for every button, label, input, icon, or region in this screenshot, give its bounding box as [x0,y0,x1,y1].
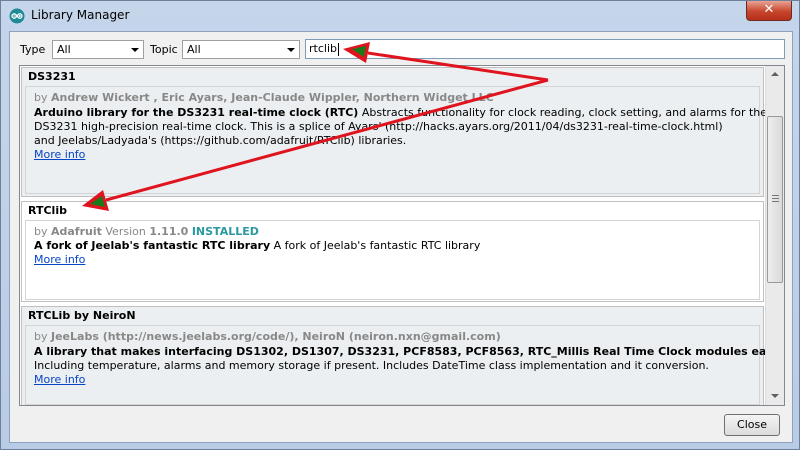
window-title: Library Manager [31,8,130,22]
scrollbar-thumb[interactable] [767,116,783,283]
installed-badge: INSTALLED [191,225,259,238]
arduino-logo-icon [9,8,25,24]
by-text: by [34,330,48,343]
title-bar: Library Manager ✕ [1,1,799,31]
library-name: RTCLib by NeiroN [28,309,136,322]
library-authors-line: by Andrew Wickert , Eric Ayars, Jean-Cla… [34,91,494,104]
version-label: Version [105,225,146,238]
library-authors-line: by JeeLabs (http://news.jeelabs.org/code… [34,330,501,343]
library-authors-line: by Adafruit Version 1.11.0 INSTALLED [34,225,259,238]
list-item[interactable]: RTCLib by NeiroN by JeeLabs (http://news… [21,306,783,405]
library-version: 1.11.0 [149,225,189,238]
library-name: DS3231 [28,70,76,83]
library-authors: JeeLabs (http://news.jeelabs.org/code/),… [51,330,501,343]
topic-label: Topic [150,43,178,56]
library-details: by Adafruit Version 1.11.0 INSTALLED A f… [25,220,760,300]
search-input-value: rtclib [309,42,337,55]
library-details: by Andrew Wickert , Eric Ayars, Jean-Cla… [25,86,767,194]
topic-select-value: All [187,43,201,56]
text-cursor [337,42,339,56]
library-sentence: A fork of Jeelab's fantastic RTC library [34,239,271,252]
library-details: by JeeLabs (http://news.jeelabs.org/code… [25,325,783,405]
library-paragraph: A fork of Jeelab's fantastic RTC library [273,239,481,252]
type-select[interactable]: All [52,40,144,59]
grip-line [772,198,779,199]
chevron-down-icon [771,394,779,398]
more-info-link[interactable]: More info [34,253,85,266]
dialog-body: Type All Topic All rtclib DS3231 by Andr… [9,31,793,443]
library-manager-window: Library Manager ✕ Type All Topic All rtc… [0,0,800,450]
more-info-link[interactable]: More info [34,373,85,386]
library-paragraph-line: DS3231 high-precision real-time clock. T… [34,120,723,133]
scroll-up-button[interactable] [767,67,783,83]
list-item[interactable]: RTClib by Adafruit Version 1.11.0 INSTAL… [21,201,764,302]
grip-line [772,201,779,202]
library-list[interactable]: DS3231 by Andrew Wickert , Eric Ayars, J… [19,65,785,406]
library-authors: Andrew Wickert , Eric Ayars, Jean-Claude… [51,91,494,104]
library-paragraph-line: and Jeelabs/Ladyada's (https://github.co… [34,134,407,147]
library-paragraph-line: Including temperature, alarms and memory… [34,359,709,372]
library-authors: Adafruit [51,225,102,238]
library-description-line: Arduino library for the DS3231 real-time… [34,106,767,119]
library-sentence: Arduino library for the DS3231 real-time… [34,106,359,119]
more-info-link[interactable]: More info [34,148,85,161]
library-name: RTClib [28,204,67,217]
library-sentence: A library that makes interfacing DS1302,… [34,345,784,358]
topic-select[interactable]: All [182,40,300,59]
vertical-scrollbar[interactable] [765,66,784,405]
search-input[interactable]: rtclib [305,39,785,59]
window-close-icon[interactable]: ✕ [746,1,792,21]
library-paragraph: Abstracts functionality for clock readin… [361,106,768,119]
chevron-down-icon [287,48,295,52]
scroll-down-button[interactable] [767,388,783,404]
library-description-line: A fork of Jeelab's fantastic RTC library… [34,239,480,252]
close-button[interactable]: Close [724,414,780,436]
by-text: by [34,91,48,104]
list-item[interactable]: DS3231 by Andrew Wickert , Eric Ayars, J… [21,67,767,197]
grip-line [772,195,779,196]
by-text: by [34,225,48,238]
chevron-up-icon [771,72,779,76]
type-label: Type [20,43,46,56]
type-select-value: All [57,43,71,56]
chevron-down-icon [131,48,139,52]
